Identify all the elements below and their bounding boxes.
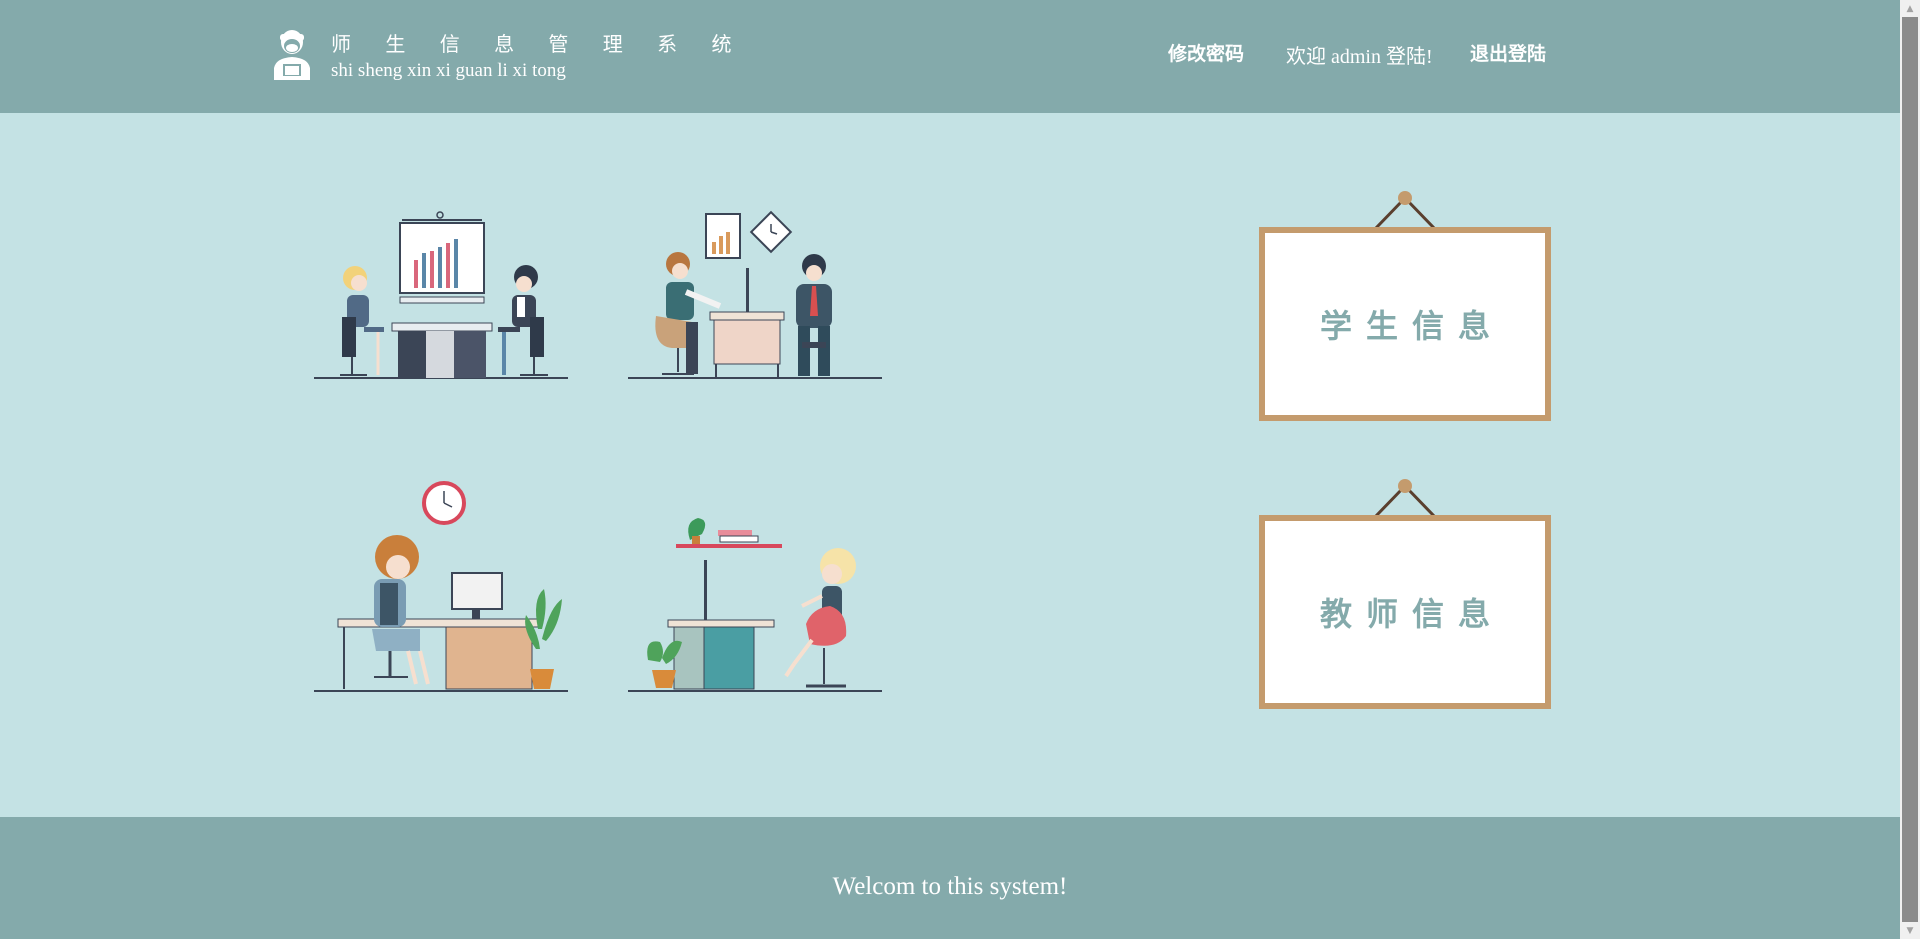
- vertical-scrollbar[interactable]: ▲ ▼: [1900, 0, 1920, 939]
- system-title: 师 生 信 息 管 理 系 统: [331, 32, 746, 56]
- change-password-link[interactable]: 修改密码: [1168, 39, 1244, 66]
- footer-welcome-text: Welcom to this system!: [832, 873, 1068, 900]
- student-info-card[interactable]: 学生信息: [1259, 227, 1551, 421]
- hanger-icon: [1373, 479, 1437, 518]
- hanger-icon: [1373, 191, 1437, 230]
- teacher-info-card[interactable]: 教师信息: [1259, 515, 1551, 709]
- student-info-board[interactable]: 学生信息: [1259, 190, 1551, 422]
- system-subtitle-pinyin: shi sheng xin xi guan li xi tong: [331, 60, 566, 81]
- office-worker-illustration: [312, 479, 570, 694]
- interview-illustration: [626, 206, 884, 382]
- page-footer: Welcom to this system!: [0, 817, 1900, 939]
- student-avatar-icon: [270, 28, 314, 82]
- top-header: 师 生 信 息 管 理 系 统 shi sheng xin xi guan li…: [0, 0, 1900, 113]
- scroll-down-arrow-icon[interactable]: ▼: [1900, 922, 1920, 939]
- welcome-message: 欢迎 admin 登陆!: [1286, 46, 1433, 68]
- reception-illustration: [626, 512, 884, 694]
- logout-link[interactable]: 退出登陆: [1470, 39, 1546, 66]
- scroll-up-arrow-icon[interactable]: ▲: [1900, 0, 1920, 17]
- teacher-info-label: 教师信息: [1319, 595, 1504, 633]
- meeting-illustration: [312, 205, 570, 381]
- student-info-label: 学生信息: [1319, 307, 1504, 345]
- scroll-thumb[interactable]: [1902, 17, 1918, 922]
- teacher-info-board[interactable]: 教师信息: [1259, 478, 1551, 710]
